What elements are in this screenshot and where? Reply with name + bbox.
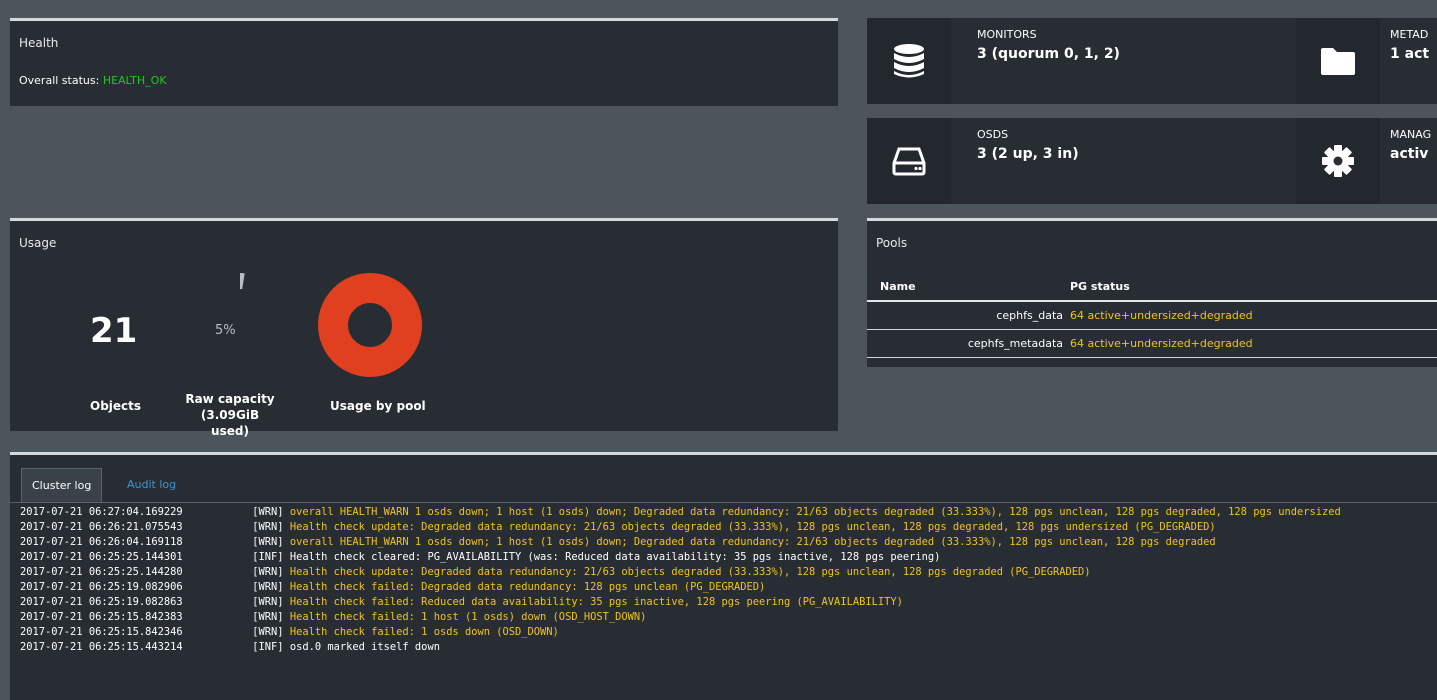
usage-by-pool-label: Usage by pool <box>330 399 426 413</box>
log-timestamp: 2017-07-21 06:25:15.842383 <box>20 611 183 623</box>
log-timestamp: 2017-07-21 06:25:15.842346 <box>20 626 183 638</box>
pool-name: cephfs_metadata <box>867 329 1070 358</box>
log-timestamp: 2017-07-21 06:27:04.169229 <box>20 506 183 518</box>
log-timestamp: 2017-07-21 06:25:25.144301 <box>20 551 183 563</box>
pools-header-row: Name PG status <box>867 276 1437 302</box>
monitors-label: MONITORS <box>977 28 1037 41</box>
log-priority: [WRN] <box>252 626 284 638</box>
log-entry: 2017-07-21 06:25:25.144280 [WRN] Health … <box>10 565 1437 580</box>
managers-tile[interactable]: MANAG activ <box>1296 118 1437 204</box>
log-message: Health check failed: 1 osds down (OSD_DO… <box>289 626 559 638</box>
usage-by-pool-chart <box>318 273 422 377</box>
usage-panel: Usage 21 Objects 5% Raw capacity (3.09GiB… <box>10 218 838 438</box>
log-priority: [WRN] <box>252 521 284 533</box>
log-message: Health check failed: Degraded data redun… <box>289 581 766 593</box>
log-message: overall HEALTH_WARN 1 osds down; 1 host … <box>289 536 1216 548</box>
cluster-log-list[interactable]: 2017-07-21 06:27:04.169229 [WRN] overall… <box>10 505 1437 655</box>
log-priority: [WRN] <box>252 611 284 623</box>
log-priority: [WRN] <box>252 581 284 593</box>
health-panel: Health Overall status: HEALTH_OK <box>10 18 838 106</box>
table-row[interactable]: cephfs_data 64 active+undersized+degrade… <box>867 301 1437 330</box>
log-timestamp: 2017-07-21 06:26:04.169118 <box>20 536 183 548</box>
overall-status: Overall status: HEALTH_OK <box>19 74 167 87</box>
log-timestamp: 2017-07-21 06:25:19.082863 <box>20 596 183 608</box>
managers-label: MANAG <box>1390 128 1432 141</box>
gear-icon <box>1322 145 1354 177</box>
pools-col-pg-status[interactable]: PG status <box>1070 276 1437 302</box>
pools-title: Pools <box>876 236 908 250</box>
log-entry: 2017-07-21 06:25:25.144301 [INF] Health … <box>10 550 1437 565</box>
raw-capacity-gauge <box>240 273 245 290</box>
raw-capacity-label: Raw capacity (3.09GiB used) <box>180 391 280 439</box>
monitors-value: 3 (quorum 0, 1, 2) <box>977 46 1120 62</box>
log-priority: [INF] <box>252 551 284 563</box>
monitors-tile[interactable]: MONITORS 3 (quorum 0, 1, 2) <box>867 18 1296 104</box>
log-priority: [WRN] <box>252 506 284 518</box>
log-timestamp: 2017-07-21 06:25:25.144280 <box>20 566 183 578</box>
usage-by-pool-ring <box>318 273 422 377</box>
log-message: Health check failed: 1 host (1 osds) dow… <box>289 611 647 623</box>
log-message: Health check cleared: PG_AVAILABILITY (w… <box>289 551 941 563</box>
pools-panel: Pools Name PG status cephfs_data 64 acti… <box>867 218 1437 367</box>
database-icon <box>894 44 924 78</box>
log-message: Health check update: Degraded data redun… <box>289 566 1091 578</box>
log-message: overall HEALTH_WARN 1 osds down; 1 host … <box>289 506 1341 518</box>
raw-capacity-label-line1: Raw capacity <box>185 392 275 406</box>
log-entry: 2017-07-21 06:27:04.169229 [WRN] overall… <box>10 505 1437 520</box>
log-tabs: Cluster log Audit log <box>10 455 1437 503</box>
log-message: Health check failed: Reduced data availa… <box>289 596 903 608</box>
managers-value: activ <box>1390 146 1429 162</box>
log-panel: Cluster log Audit log 2017-07-21 06:27:0… <box>10 452 1437 700</box>
overall-status-label: Overall status: <box>19 74 103 87</box>
log-message: Health check update: Degraded data redun… <box>289 521 1216 533</box>
usage-title: Usage <box>19 236 57 250</box>
log-timestamp: 2017-07-21 06:25:19.082906 <box>20 581 183 593</box>
pools-table: Name PG status cephfs_data 64 active+und… <box>867 276 1437 358</box>
tab-cluster-log[interactable]: Cluster log <box>21 468 103 502</box>
objects-count: 21 <box>90 311 138 351</box>
raw-capacity-label-line2: (3.09GiB used) <box>200 408 260 438</box>
pool-name: cephfs_data <box>867 301 1070 330</box>
metadata-label: METAD <box>1390 28 1429 41</box>
metadata-value: 1 act <box>1390 46 1430 62</box>
log-timestamp: 2017-07-21 06:25:15.443214 <box>20 641 183 653</box>
metadata-tile[interactable]: METAD 1 act <box>1296 18 1437 104</box>
log-entry: 2017-07-21 06:26:21.075543 [WRN] Health … <box>10 520 1437 535</box>
log-priority: [WRN] <box>252 536 284 548</box>
health-title: Health <box>19 36 59 50</box>
overall-status-value: HEALTH_OK <box>102 74 167 87</box>
log-priority: [WRN] <box>252 596 284 608</box>
log-entry: 2017-07-21 06:25:15.842383 [WRN] Health … <box>10 610 1437 625</box>
osds-label: OSDS <box>977 128 1009 141</box>
log-entry: 2017-07-21 06:25:19.082906 [WRN] Health … <box>10 580 1437 595</box>
log-priority: [INF] <box>252 641 284 653</box>
pools-col-name[interactable]: Name <box>867 276 1070 302</box>
pool-pg-status: 64 active+undersized+degraded <box>1070 301 1437 330</box>
log-entry: 2017-07-21 06:26:04.169118 [WRN] overall… <box>10 535 1437 550</box>
log-entry: 2017-07-21 06:25:15.842346 [WRN] Health … <box>10 625 1437 640</box>
osds-value: 3 (2 up, 3 in) <box>977 146 1079 162</box>
folder-icon <box>1321 48 1355 75</box>
pool-pg-status: 64 active+undersized+degraded <box>1070 329 1437 358</box>
log-message: osd.0 marked itself down <box>289 641 440 653</box>
log-timestamp: 2017-07-21 06:26:21.075543 <box>20 521 183 533</box>
log-entry: 2017-07-21 06:25:15.443214 [INF] osd.0 m… <box>10 640 1437 655</box>
objects-label: Objects <box>90 399 142 413</box>
table-row[interactable]: cephfs_metadata 64 active+undersized+deg… <box>867 329 1437 358</box>
log-priority: [WRN] <box>252 566 284 578</box>
osds-tile[interactable]: OSDS 3 (2 up, 3 in) <box>867 118 1296 204</box>
hard-drive-icon <box>892 147 926 176</box>
tab-audit-log[interactable]: Audit log <box>117 468 186 502</box>
raw-capacity-percent: 5% <box>215 323 236 338</box>
log-entry: 2017-07-21 06:25:19.082863 [WRN] Health … <box>10 595 1437 610</box>
raw-capacity-gauge-fill <box>240 273 245 290</box>
